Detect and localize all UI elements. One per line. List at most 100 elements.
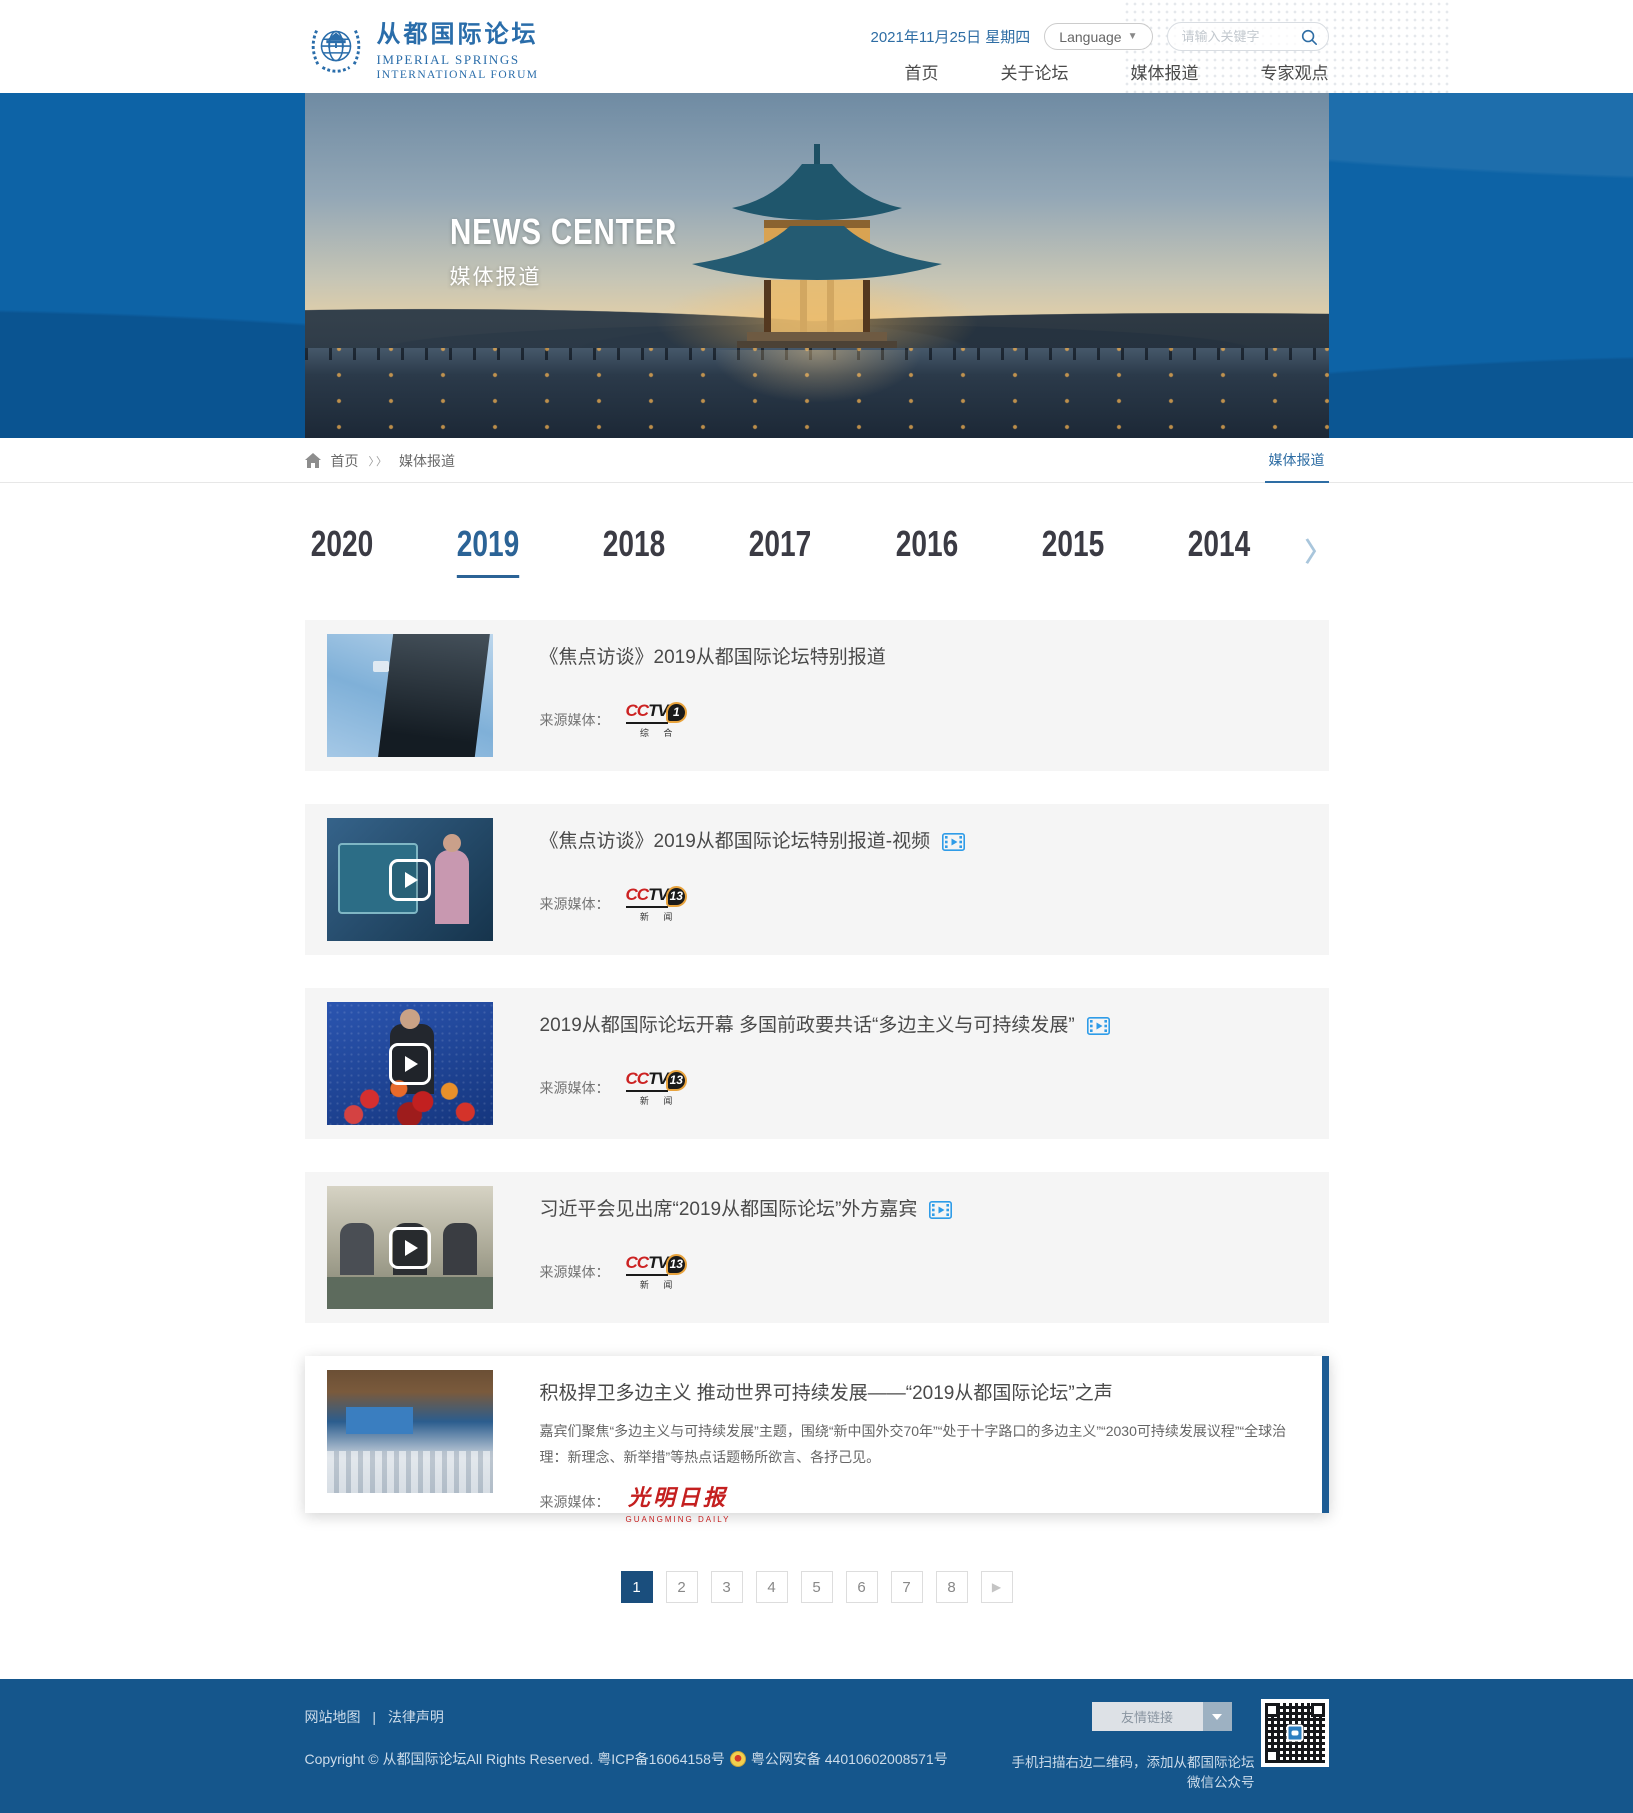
page-button-7[interactable]: 7 [891, 1571, 923, 1603]
news-thumbnail[interactable] [327, 634, 493, 757]
footer-security-record[interactable]: 粤公网安备 44010602008571号 [751, 1749, 948, 1769]
news-card[interactable]: 《焦点访谈》2019从都国际论坛特别报道 来源媒体： CCTV 1 综 合 [305, 620, 1329, 771]
home-icon[interactable] [305, 453, 321, 468]
logo-title-en1: IMPERIAL SPRINGS [377, 52, 539, 68]
footer-divider: | [372, 1709, 376, 1725]
nav-item-home[interactable]: 首页 [905, 59, 939, 84]
thumb-attendee [443, 1223, 477, 1275]
play-button-icon[interactable] [389, 1227, 431, 1269]
main-nav: 首页 关于论坛 媒体报道 专家观点 [905, 59, 1329, 84]
qr-hint-text: 手机扫描右边二维码，添加从都国际论坛微信公众号 [1005, 1751, 1255, 1791]
wechat-icon [1286, 1725, 1303, 1742]
news-title[interactable]: 《焦点访谈》2019从都国际论坛特别报道-视频 [540, 830, 931, 855]
page-button-4[interactable]: 4 [756, 1571, 788, 1603]
tab-year-2018[interactable]: 2018 [603, 523, 665, 578]
news-card[interactable]: 2019从都国际论坛开幕 多国前政要共话“多边主义与可持续发展” 来源媒体： C… [305, 988, 1329, 1139]
logo-title-en2: INTERNATIONAL FORUM [377, 69, 539, 81]
cctv-channel-number: 1 [666, 702, 687, 723]
search-box[interactable] [1167, 22, 1329, 51]
footer-copyright: Copyright © 从都国际论坛All Rights Reserved. 粤… [305, 1749, 725, 1769]
news-card[interactable]: 《焦点访谈》2019从都国际论坛特别报道-视频 来源媒体： CCTV 13 新 … [305, 804, 1329, 955]
cctv1-logo: CCTV 1 综 合 [626, 701, 687, 739]
tab-year-2014[interactable]: 2014 [1188, 523, 1250, 578]
language-dropdown[interactable]: Language ▼ [1044, 23, 1152, 50]
page-button-6[interactable]: 6 [846, 1571, 878, 1603]
cctv-channel-number: 13 [666, 1254, 687, 1275]
logo-title-cn: 从都国际论坛 [377, 14, 539, 49]
cctv-tv: TV [648, 701, 668, 720]
tab-year-2017[interactable]: 2017 [749, 523, 811, 578]
cctv-cc: CC [626, 885, 649, 904]
language-label: Language [1059, 29, 1121, 45]
news-summary: 嘉宾们聚焦“多边主义与可持续发展”主题，围绕“新中国外交70年”“处于十字路口的… [540, 1419, 1292, 1471]
tab-year-2019-active[interactable]: 2019 [457, 523, 519, 578]
footer-link-sitemap[interactable]: 网站地图 [305, 1709, 361, 1725]
source-label: 来源媒体： [540, 894, 610, 914]
source-label: 来源媒体： [540, 1262, 610, 1282]
news-thumbnail[interactable] [327, 1186, 493, 1309]
friend-links-dropdown[interactable]: 友情链接 [1092, 1702, 1232, 1731]
cctv-cc: CC [626, 701, 649, 720]
thumb-meeting-table [327, 1277, 493, 1309]
breadcrumb-current: 媒体报道 [399, 451, 455, 471]
nav-item-about[interactable]: 关于论坛 [1001, 59, 1069, 84]
cctv-channel-name: 新 闻 [634, 1094, 679, 1107]
thumb-audience-chairs [327, 1451, 493, 1493]
wechat-qr-code [1261, 1699, 1329, 1767]
cctv-tv: TV [648, 1253, 668, 1272]
video-icon [929, 1201, 952, 1219]
cctv-channel-number: 13 [666, 886, 687, 907]
guangming-daily-logo: 光明日报 GUANGMING DAILY [626, 1480, 731, 1524]
page-button-8[interactable]: 8 [936, 1571, 968, 1603]
news-thumbnail[interactable] [327, 1370, 493, 1493]
breadcrumb-home[interactable]: 首页 [331, 451, 359, 471]
guangming-sub: GUANGMING DAILY [626, 1515, 731, 1524]
source-label: 来源媒体： [540, 710, 610, 730]
news-title[interactable]: 习近平会见出席“2019从都国际论坛”外方嘉宾 [540, 1198, 918, 1223]
footer-link-legal[interactable]: 法律声明 [388, 1709, 444, 1725]
cctv-channel-name: 综 合 [634, 726, 679, 739]
page-button-3[interactable]: 3 [711, 1571, 743, 1603]
play-button-icon[interactable] [389, 859, 431, 901]
thumb-stage-screen [346, 1407, 412, 1434]
cctv-cc: CC [626, 1069, 649, 1088]
cctv-channel-number: 13 [666, 1070, 687, 1091]
search-icon[interactable] [1300, 28, 1318, 46]
search-input[interactable] [1182, 29, 1300, 44]
tab-year-2016[interactable]: 2016 [895, 523, 957, 578]
news-thumbnail[interactable] [327, 1002, 493, 1125]
page-button-2[interactable]: 2 [666, 1571, 698, 1603]
news-title[interactable]: 2019从都国际论坛开幕 多国前政要共话“多边主义与可持续发展” [540, 1014, 1075, 1039]
nav-item-media[interactable]: 媒体报道 [1131, 59, 1199, 84]
video-icon [1087, 1017, 1110, 1035]
page-button-1[interactable]: 1 [621, 1571, 653, 1603]
cctv-tv: TV [648, 885, 668, 904]
news-card[interactable]: 习近平会见出席“2019从都国际论坛”外方嘉宾 来源媒体： CCTV 13 新 … [305, 1172, 1329, 1323]
source-label: 来源媒体： [540, 1078, 610, 1098]
guangming-name: 光明日报 [628, 1480, 728, 1512]
cctv-channel-name: 新 闻 [634, 910, 679, 923]
news-title[interactable]: 积极捍卫多边主义 推动世界可持续发展——“2019从都国际论坛”之声 [540, 1382, 1113, 1407]
years-next-arrow-icon[interactable]: 〉 [1305, 532, 1331, 569]
pagination-next-icon[interactable]: ▶ [981, 1571, 1013, 1603]
thumb-anchor-head [443, 834, 461, 852]
police-badge-icon [730, 1751, 746, 1767]
tab-year-2015[interactable]: 2015 [1041, 523, 1103, 578]
chevron-down-icon: ▼ [1128, 31, 1138, 42]
site-logo[interactable]: 从都国际论坛 IMPERIAL SPRINGS INTERNATIONAL FO… [305, 14, 539, 81]
banner-title-cn: 媒体报道 [450, 261, 727, 291]
thumb-flag [373, 661, 389, 672]
tab-year-2020[interactable]: 2020 [311, 523, 373, 578]
friend-links-label: 友情链接 [1092, 1707, 1203, 1726]
page-button-5[interactable]: 5 [801, 1571, 833, 1603]
news-thumbnail[interactable] [327, 818, 493, 941]
play-button-icon[interactable] [389, 1043, 431, 1085]
news-card-highlighted[interactable]: 积极捍卫多边主义 推动世界可持续发展——“2019从都国际论坛”之声 嘉宾们聚焦… [305, 1356, 1329, 1513]
tab-media-reports[interactable]: 媒体报道 [1265, 438, 1329, 483]
nav-item-experts[interactable]: 专家观点 [1261, 59, 1329, 84]
banner-title-en: NEWS CENTER [450, 211, 677, 253]
dropdown-arrow-icon[interactable] [1203, 1702, 1232, 1731]
source-label: 来源媒体： [540, 1492, 610, 1512]
news-title[interactable]: 《焦点访谈》2019从都国际论坛特别报道 [540, 646, 886, 671]
forum-emblem-icon [305, 17, 367, 79]
